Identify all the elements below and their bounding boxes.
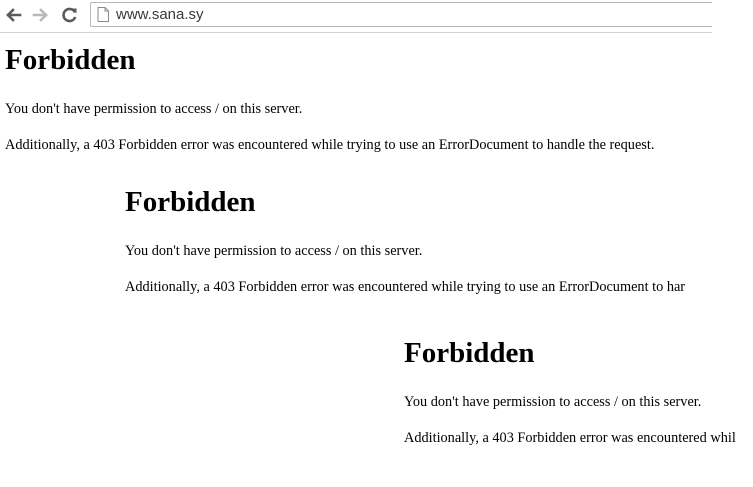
nested-error-page: Forbidden You don't have permission to a… <box>404 337 753 457</box>
forward-arrow-icon <box>32 8 48 22</box>
page-icon <box>97 7 109 22</box>
url-text[interactable]: www.sana.sy <box>116 6 204 23</box>
page-title: Forbidden <box>404 337 535 369</box>
errordocument-message: Additionally, a 403 Forbidden error was … <box>5 137 655 153</box>
permission-message: You don't have permission to access / on… <box>404 394 702 410</box>
back-button[interactable] <box>3 5 23 25</box>
nested-error-page: Forbidden You don't have permission to a… <box>125 186 712 306</box>
errordocument-message: Additionally, a 403 Forbidden error was … <box>404 430 736 446</box>
forward-button[interactable] <box>31 5 51 25</box>
permission-message: You don't have permission to access / on… <box>125 243 423 259</box>
reload-icon <box>62 7 77 23</box>
page-title: Forbidden <box>5 44 136 76</box>
toolbar-divider <box>0 32 712 33</box>
reload-button[interactable] <box>60 5 80 25</box>
error-page: Forbidden You don't have permission to a… <box>5 44 753 164</box>
back-arrow-icon <box>6 8 22 22</box>
permission-message: You don't have permission to access / on… <box>5 101 303 117</box>
address-bar[interactable]: www.sana.sy <box>90 2 712 27</box>
errordocument-message: Additionally, a 403 Forbidden error was … <box>125 279 686 295</box>
page-title: Forbidden <box>125 186 256 218</box>
browser-toolbar: www.sana.sy <box>0 0 712 33</box>
